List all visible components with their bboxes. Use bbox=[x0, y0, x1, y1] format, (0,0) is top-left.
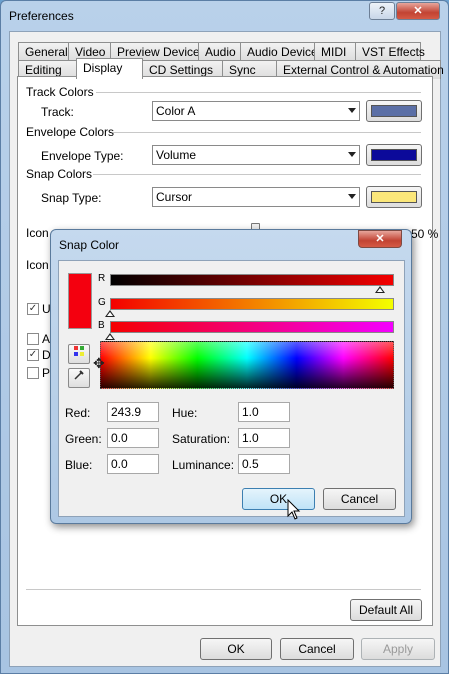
snap-color-button[interactable] bbox=[366, 186, 422, 208]
track-color-swatch bbox=[371, 105, 417, 117]
hue-input[interactable]: 1.0 bbox=[238, 402, 290, 422]
ok-button[interactable]: OK bbox=[200, 638, 272, 660]
red-label: Red: bbox=[65, 406, 91, 420]
apply-button[interactable]: Apply bbox=[361, 638, 435, 660]
eyedropper-icon[interactable] bbox=[68, 368, 90, 388]
divider bbox=[93, 174, 421, 175]
saturation-label: Saturation: bbox=[172, 432, 231, 446]
green-input[interactable]: 0.0 bbox=[107, 428, 159, 448]
dialog-close-button[interactable]: ✕ bbox=[358, 230, 402, 248]
tab-vst-effects[interactable]: VST Effects bbox=[355, 42, 425, 61]
red-channel-slider[interactable] bbox=[110, 274, 394, 286]
channel-b-label: B bbox=[98, 320, 105, 331]
envelope-type-value: Volume bbox=[156, 148, 197, 162]
dialog-client: R G B ✥ Red: 243.9 Green: 0.0 Blue: 0.0 … bbox=[58, 260, 405, 517]
snap-type-value: Cursor bbox=[156, 190, 193, 204]
dialog-title: Snap Color bbox=[59, 238, 120, 252]
envelope-type-select[interactable]: Volume bbox=[152, 145, 360, 165]
track-colors-heading: Track Colors bbox=[26, 85, 94, 99]
checkbox-p[interactable] bbox=[27, 367, 39, 379]
track-select[interactable]: Color A bbox=[152, 101, 360, 121]
default-all-button[interactable]: Default All bbox=[350, 599, 422, 621]
snap-color-dialog: Snap Color ✕ R G B ✥ Red: 243.9 Green: 0… bbox=[50, 229, 412, 524]
percent-value: 50 % bbox=[411, 227, 439, 241]
red-slider-thumb[interactable] bbox=[375, 286, 385, 293]
snap-type-label: Snap Type: bbox=[41, 191, 102, 205]
checkbox-d[interactable]: ✓ bbox=[27, 349, 39, 361]
checkbox-a[interactable] bbox=[27, 333, 39, 345]
tab-audio[interactable]: Audio bbox=[198, 42, 241, 61]
chevron-down-icon bbox=[348, 194, 356, 199]
blue-slider-thumb[interactable] bbox=[105, 333, 115, 340]
icon-setting-label: Icon bbox=[26, 226, 49, 240]
envelope-type-label: Envelope Type: bbox=[41, 149, 124, 163]
green-channel-slider[interactable] bbox=[110, 298, 394, 310]
track-label: Track: bbox=[41, 105, 74, 119]
crosshair-icon: ✥ bbox=[93, 355, 105, 371]
blue-channel-slider[interactable] bbox=[110, 321, 394, 333]
palette-icon[interactable] bbox=[68, 344, 90, 364]
blue-label: Blue: bbox=[65, 458, 93, 472]
envelope-color-button[interactable] bbox=[366, 144, 422, 166]
tab-display[interactable]: Display bbox=[76, 58, 143, 79]
tab-general[interactable]: General bbox=[18, 42, 69, 61]
dialog-cancel-button[interactable]: Cancel bbox=[323, 488, 396, 510]
close-button[interactable]: ✕ bbox=[396, 2, 440, 20]
current-color-swatch bbox=[68, 273, 92, 329]
chevron-down-icon bbox=[348, 108, 356, 113]
help-button[interactable]: ? bbox=[369, 2, 395, 20]
red-input[interactable]: 243.9 bbox=[107, 402, 159, 422]
color-spectrum[interactable] bbox=[100, 341, 394, 389]
chevron-down-icon bbox=[348, 152, 356, 157]
track-color-button[interactable] bbox=[366, 100, 422, 122]
tab-audio-device[interactable]: Audio Device bbox=[240, 42, 318, 61]
snap-colors-heading: Snap Colors bbox=[26, 167, 93, 181]
snap-type-select[interactable]: Cursor bbox=[152, 187, 360, 207]
tab-midi[interactable]: MIDI bbox=[314, 42, 356, 61]
dialog-ok-button[interactable]: OK bbox=[242, 488, 315, 510]
checkbox-p-label: P bbox=[42, 366, 51, 380]
checkbox-a-label: A bbox=[42, 332, 51, 346]
blue-input[interactable]: 0.0 bbox=[107, 454, 159, 474]
mouse-cursor-icon bbox=[287, 499, 301, 520]
divider bbox=[113, 132, 421, 133]
checkbox-u[interactable]: ✓ bbox=[27, 303, 39, 315]
luminance-input[interactable]: 0.5 bbox=[238, 454, 290, 474]
envelope-color-swatch bbox=[371, 149, 417, 161]
channel-g-label: G bbox=[98, 297, 106, 308]
divider bbox=[26, 589, 421, 590]
track-select-value: Color A bbox=[156, 104, 196, 118]
saturation-input[interactable]: 1.0 bbox=[238, 428, 290, 448]
green-slider-thumb[interactable] bbox=[105, 310, 115, 317]
title-bar: Preferences ? ✕ bbox=[1, 1, 448, 31]
divider bbox=[96, 92, 421, 93]
green-label: Green: bbox=[65, 432, 102, 446]
snap-color-swatch bbox=[371, 191, 417, 203]
envelope-colors-heading: Envelope Colors bbox=[26, 125, 115, 139]
luminance-label: Luminance: bbox=[172, 458, 235, 472]
window-title: Preferences bbox=[9, 9, 74, 23]
cancel-button[interactable]: Cancel bbox=[280, 638, 354, 660]
channel-r-label: R bbox=[98, 273, 106, 284]
icon-setting-label-2: Icon bbox=[26, 258, 49, 272]
hue-label: Hue: bbox=[172, 406, 198, 420]
